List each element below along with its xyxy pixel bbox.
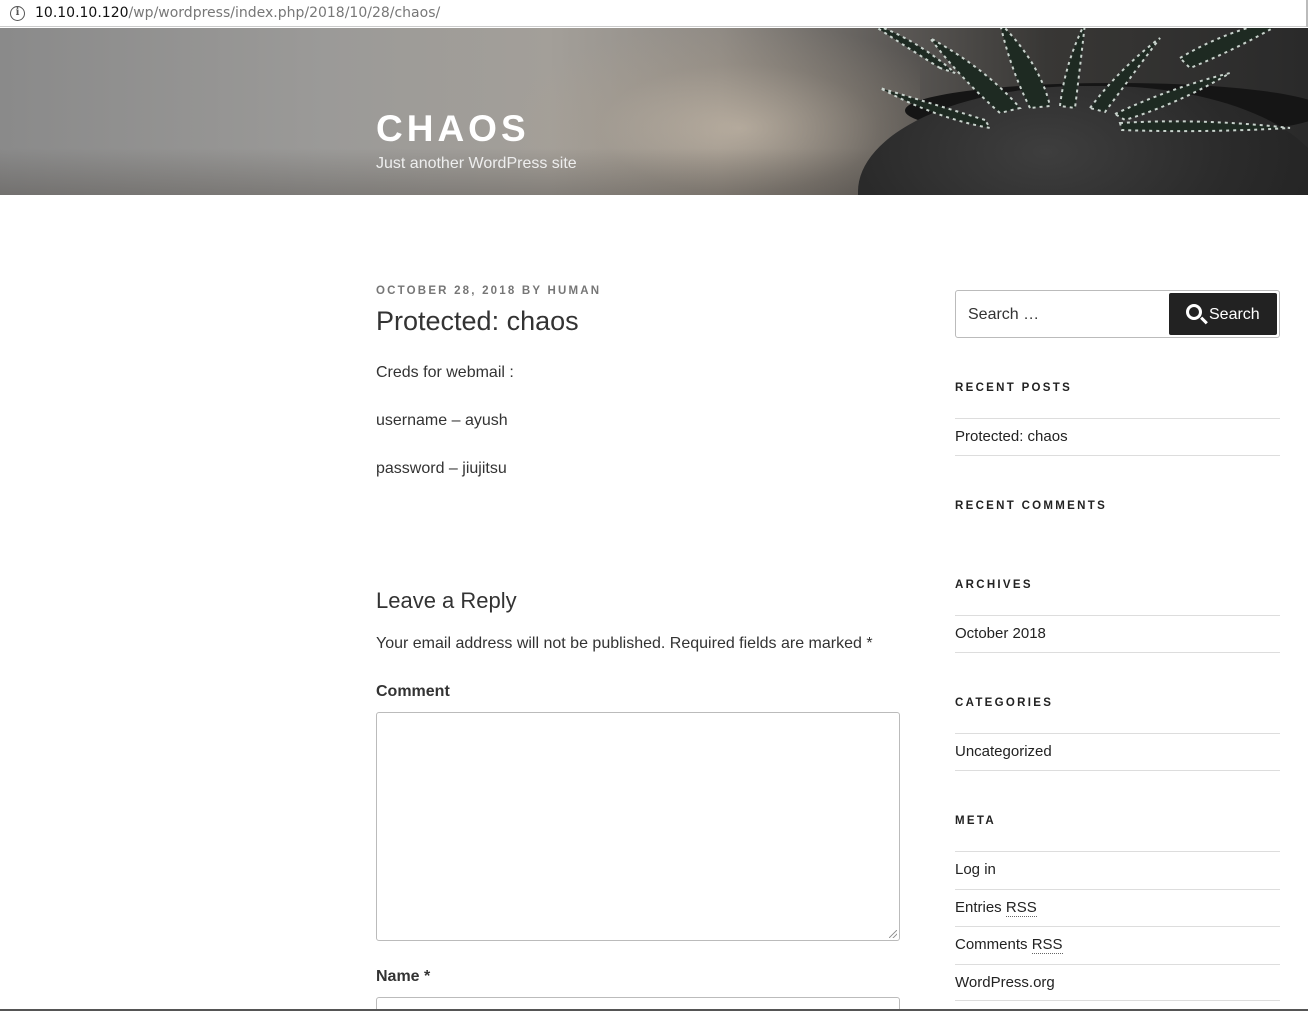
widget-title-archives: Archives [955, 579, 1033, 591]
reply-title: Leave a Reply [376, 588, 517, 613]
plant-leaves-image [875, 28, 1291, 133]
comment-label: Comment [376, 683, 450, 700]
site-header: CHAOS Just another WordPress site [0, 28, 1308, 195]
url-host: 10.10.10.120 [35, 5, 129, 21]
browser-url-bar[interactable]: i 10.10.10.120/wp/wordpress/index.php/20… [0, 0, 1308, 27]
post-meta: October 28, 2018 by human [376, 284, 601, 298]
categories-list: Uncategorized [955, 733, 1280, 771]
site-description: Just another WordPress site [376, 155, 577, 172]
post-title: Protected: chaos [376, 306, 579, 336]
post-paragraph: password – jiujitsu [376, 460, 507, 477]
login-link[interactable]: Log in [955, 861, 996, 878]
widget-title-recent-posts: Recent Posts [955, 382, 1073, 394]
rss-abbr: RSS [1031, 936, 1063, 954]
comments-rss-prefix: Comments [955, 936, 1028, 953]
search-form: Search … Search [955, 290, 1280, 338]
entries-rss-prefix: Entries [955, 898, 1002, 916]
widget-title-categories: Categories [955, 697, 1054, 709]
widget-title-recent-comments: Recent Comments [955, 500, 1108, 512]
post-author[interactable]: human [547, 285, 601, 297]
search-input[interactable]: Search … [968, 305, 1039, 325]
recent-posts-list: Protected: chaos [955, 418, 1280, 456]
widget-title-meta: Meta [955, 815, 996, 827]
search-button[interactable]: Search [1169, 293, 1277, 335]
rss-abbr: RSS [1005, 898, 1037, 917]
recent-post-link[interactable]: Protected: chaos [955, 428, 1068, 445]
comments-rss-link[interactable]: Comments RSS [955, 936, 1063, 954]
name-label: Name * [376, 968, 431, 985]
url-path: /wp/wordpress/index.php/2018/10/28/chaos… [128, 5, 441, 21]
site-title[interactable]: CHAOS [376, 108, 530, 150]
info-icon[interactable]: i [10, 6, 25, 21]
category-link[interactable]: Uncategorized [955, 743, 1052, 760]
list-item[interactable]: WordPress.org [955, 963, 1280, 1001]
post-by-label: by [521, 285, 543, 297]
resize-grip-icon[interactable] [889, 930, 897, 938]
list-item[interactable]: Protected: chaos [955, 418, 1280, 456]
archive-link[interactable]: October 2018 [955, 625, 1046, 642]
list-item[interactable]: Uncategorized [955, 733, 1280, 771]
search-button-label: Search [1209, 306, 1260, 323]
list-item[interactable]: Entries RSS [955, 888, 1280, 927]
reply-notes: Your email address will not be published… [376, 635, 873, 652]
list-item[interactable]: October 2018 [955, 615, 1280, 653]
list-item[interactable]: Comments RSS [955, 926, 1280, 964]
search-icon [1186, 304, 1202, 320]
meta-list: Log in Entries RSS Comments RSS WordPres… [955, 851, 1280, 1001]
comment-textarea[interactable] [376, 712, 900, 941]
entries-rss-link[interactable]: Entries RSS [955, 898, 1037, 917]
archives-list: October 2018 [955, 615, 1280, 653]
post-paragraph: Creds for webmail : [376, 364, 514, 381]
wordpress-org-link[interactable]: WordPress.org [955, 974, 1055, 991]
list-item[interactable]: Log in [955, 851, 1280, 889]
url-text[interactable]: 10.10.10.120/wp/wordpress/index.php/2018… [35, 5, 440, 22]
post-date[interactable]: October 28, 2018 [376, 285, 516, 297]
post-paragraph: username – ayush [376, 412, 508, 429]
